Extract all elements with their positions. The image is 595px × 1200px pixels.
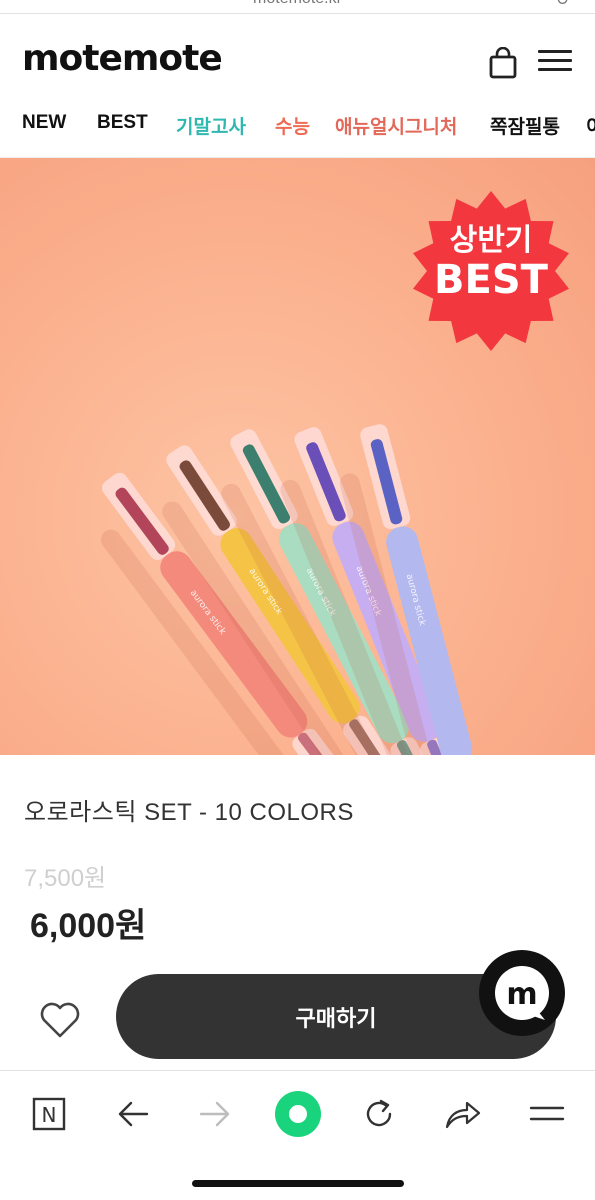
category-new[interactable]: NEW bbox=[22, 112, 66, 134]
original-price: 7,500원 bbox=[24, 865, 107, 892]
product-name: 오로라스틱 SET - 10 COLORS bbox=[24, 799, 354, 826]
site-logo[interactable]: motemote bbox=[22, 38, 223, 79]
wishlist-heart-icon[interactable] bbox=[38, 1000, 82, 1040]
pen-group: aurora stick aurora stick aurora stick auro… bbox=[100, 424, 473, 755]
reload-icon[interactable] bbox=[356, 1091, 402, 1137]
back-arrow-icon[interactable] bbox=[110, 1091, 156, 1137]
best-badge-line1: 상반기 bbox=[450, 223, 533, 258]
chat-logo-icon: m bbox=[495, 966, 549, 1020]
shopping-bag-icon[interactable] bbox=[488, 46, 518, 79]
forward-arrow-icon[interactable] bbox=[192, 1091, 238, 1137]
category-best[interactable]: BEST bbox=[97, 112, 148, 134]
svg-text:N: N bbox=[42, 1103, 57, 1127]
green-dot-home-icon[interactable] bbox=[272, 1088, 324, 1140]
browser-menu-icon[interactable] bbox=[524, 1091, 570, 1137]
site-header: motemote bbox=[0, 14, 595, 102]
chat-bubble-button[interactable]: m bbox=[479, 950, 565, 1036]
category-more[interactable]: 이 bbox=[586, 112, 595, 139]
browser-url-reload-icon[interactable]: ↻ bbox=[556, 0, 569, 10]
share-arrow-icon[interactable] bbox=[440, 1091, 486, 1137]
browser-url-bar[interactable]: motemote.kr ↻ bbox=[0, 0, 595, 14]
category-annual-signature[interactable]: 애뉴얼시그니처 bbox=[335, 112, 457, 139]
home-indicator bbox=[192, 1180, 404, 1187]
best-badge-line2: BEST bbox=[434, 257, 549, 303]
hamburger-menu-icon[interactable] bbox=[538, 50, 574, 74]
category-suneung[interactable]: 수능 bbox=[275, 112, 310, 139]
chat-logo-letter: m bbox=[506, 977, 537, 1012]
browser-url-text[interactable]: motemote.kr bbox=[0, 0, 595, 8]
best-badge: 상반기 BEST bbox=[413, 191, 569, 351]
product-hero-image[interactable]: aurora stick aurora stick aurora stick auro… bbox=[0, 158, 595, 755]
category-finals[interactable]: 기말고사 bbox=[176, 112, 246, 139]
sale-price: 6,000원 bbox=[30, 907, 147, 945]
browser-home-n-icon[interactable]: N bbox=[26, 1091, 72, 1137]
highlighter-pens-illustration: aurora stick aurora stick aurora stick auro… bbox=[100, 191, 569, 755]
category-nav: NEW BEST 기말고사 수능 애뉴얼시그니처 쪽잠필통 이 bbox=[0, 102, 595, 158]
category-nap-pencil-case[interactable]: 쪽잠필통 bbox=[490, 112, 560, 139]
